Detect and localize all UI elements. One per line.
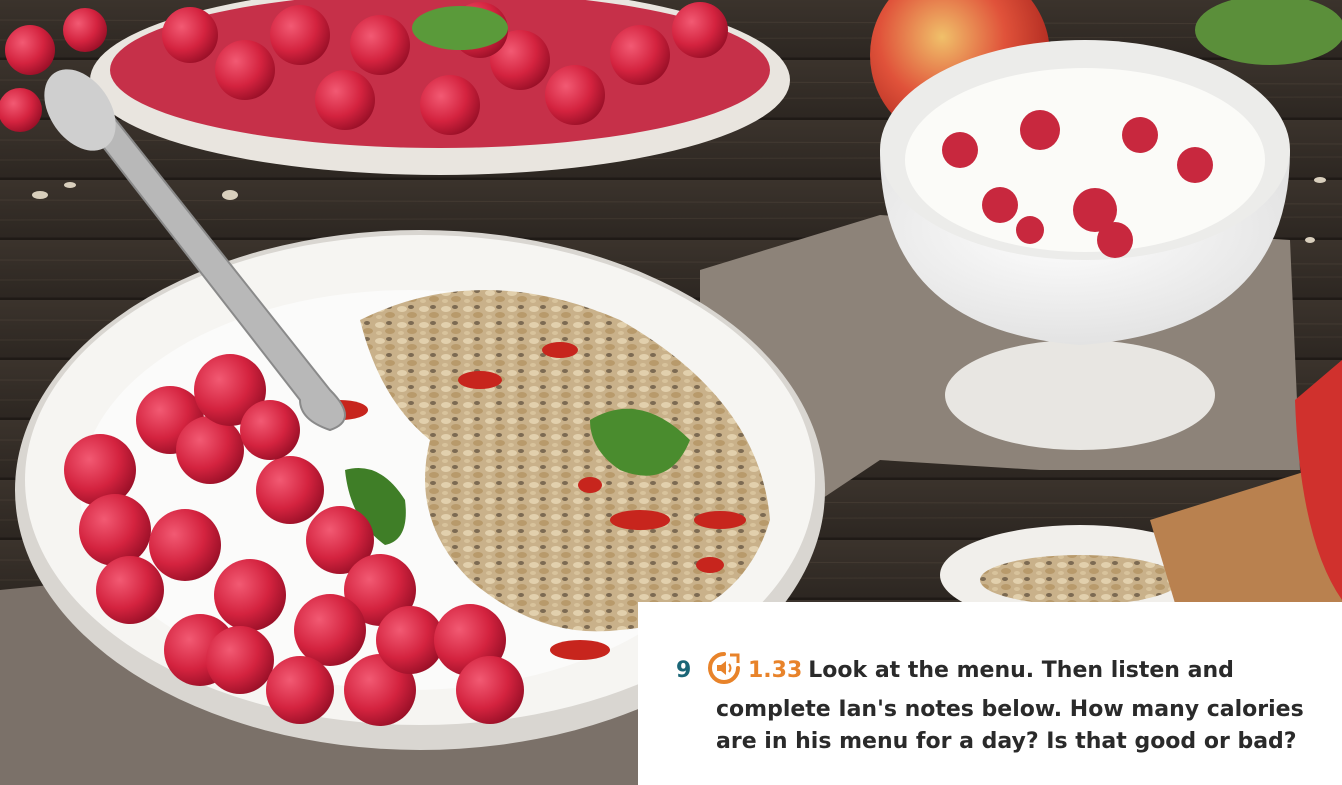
instruction-line-2: complete Ian's notes below. How many cal… (716, 697, 1304, 722)
track-number: 1.33 (748, 658, 803, 683)
instruction-line-1: Look at the menu. Then listen and (808, 658, 1234, 683)
exercise-number: 9 (676, 658, 692, 683)
page: 9 1.33 Look at the menu. Then listen and … (0, 0, 1342, 785)
exercise-instruction: 9 1.33 Look at the menu. Then listen and … (676, 652, 1316, 758)
exercise-first-line: 9 1.33 Look at the menu. Then listen and (676, 652, 1316, 694)
audio-speaker-icon[interactable] (708, 652, 740, 694)
instruction-line-3: are in his menu for a day? Is that good … (716, 729, 1297, 754)
